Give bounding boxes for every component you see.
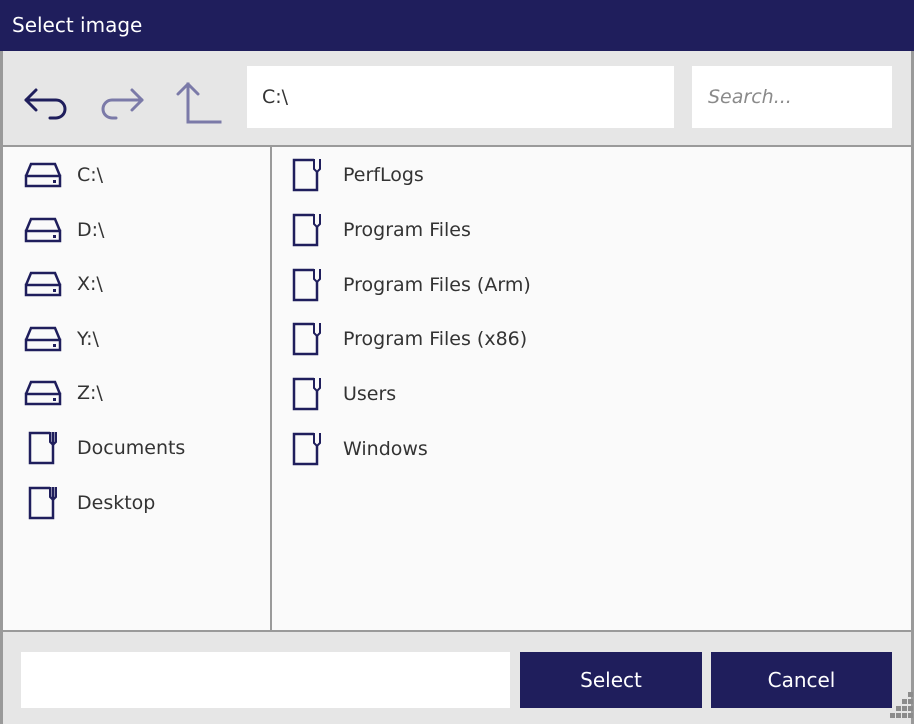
sidebar-item-label: C:\ (77, 164, 104, 186)
file-list-item-program-files-x86[interactable]: Program Files (x86) (291, 319, 527, 359)
file-list-item-users[interactable]: Users (291, 374, 396, 414)
up-button[interactable] (174, 74, 224, 130)
sidebar-item-documents[interactable]: Documents (23, 428, 185, 468)
sidebar-item-label: Y:\ (77, 328, 99, 350)
sidebar-item-z-drive[interactable]: Z:\ (23, 373, 103, 413)
sidebar-item-d-drive[interactable]: D:\ (23, 210, 104, 250)
file-list-item-perflogs[interactable]: PerfLogs (291, 155, 424, 195)
folder-icon (292, 377, 321, 411)
resize-grip-dot (908, 699, 913, 704)
sidebar-item-x-drive[interactable]: X:\ (23, 264, 103, 304)
file-list-item-label: Users (343, 383, 397, 405)
sidebar-item-y-drive[interactable]: Y:\ (23, 319, 99, 359)
folder-icon (292, 322, 321, 356)
file-list-item-label: PerfLogs (343, 164, 424, 186)
folder-icon (292, 268, 321, 302)
resize-grip-dot (896, 713, 901, 718)
folder-icon (28, 431, 57, 465)
resize-grip[interactable] (878, 690, 914, 724)
file-list-item-program-files-arm[interactable]: Program Files (Arm) (291, 265, 531, 305)
resize-grip-dot (902, 713, 907, 718)
file-list-item-label: Program Files (Arm) (343, 274, 531, 296)
resize-grip-dot (890, 713, 895, 718)
path-input[interactable] (247, 66, 674, 128)
drive-icon (24, 271, 62, 297)
resize-grip-dot (908, 692, 913, 697)
file-list-item-label: Program Files (343, 219, 471, 241)
resize-grip-dot (908, 706, 913, 711)
drive-icon (24, 380, 62, 406)
forward-arrow-icon (101, 88, 144, 120)
back-button[interactable] (22, 74, 72, 130)
forward-button[interactable] (98, 74, 148, 130)
search-input[interactable] (692, 66, 892, 128)
resize-grip-dot (896, 706, 901, 711)
resize-grip-dot (908, 713, 913, 718)
sidebar-item-label: D:\ (77, 219, 105, 241)
file-list-item-windows[interactable]: Windows (291, 429, 428, 469)
resize-grip-dot (902, 706, 907, 711)
select-button[interactable]: Select (520, 652, 702, 708)
up-arrow-icon (176, 82, 222, 124)
file-list-item-label: Program Files (x86) (343, 328, 528, 350)
sidebar-item-desktop[interactable]: Desktop (23, 483, 155, 523)
sidebar-item-label: X:\ (77, 273, 103, 295)
drive-icon (24, 326, 62, 352)
window-title: Select image (12, 13, 143, 37)
drive-icon (24, 217, 62, 243)
folder-icon (28, 486, 57, 520)
back-arrow-icon (24, 88, 67, 120)
filename-input[interactable] (21, 652, 510, 708)
cancel-button[interactable]: Cancel (711, 652, 892, 708)
folder-icon (292, 432, 321, 466)
title-bar[interactable]: Select image (0, 0, 914, 51)
file-list-item-label: Windows (343, 438, 428, 460)
sidebar-item-c-drive[interactable]: C:\ (23, 155, 103, 195)
folder-icon (292, 158, 321, 192)
sidebar-item-label: Desktop (77, 492, 156, 514)
browser-panes: C:\ D:\ X:\ Y:\ Z:\ Documents Desktop Pe… (3, 145, 911, 632)
folder-icon (292, 213, 321, 247)
sidebar-item-label: Documents (77, 437, 186, 459)
sidebar[interactable]: C:\ D:\ X:\ Y:\ Z:\ Documents Desktop (3, 147, 272, 630)
file-list-item-program-files[interactable]: Program Files (291, 210, 471, 250)
sidebar-item-label: Z:\ (77, 382, 103, 404)
resize-grip-dot (902, 699, 907, 704)
drive-icon (24, 162, 62, 188)
file-list[interactable]: PerfLogs Program Files Program Files (Ar… (274, 147, 911, 630)
